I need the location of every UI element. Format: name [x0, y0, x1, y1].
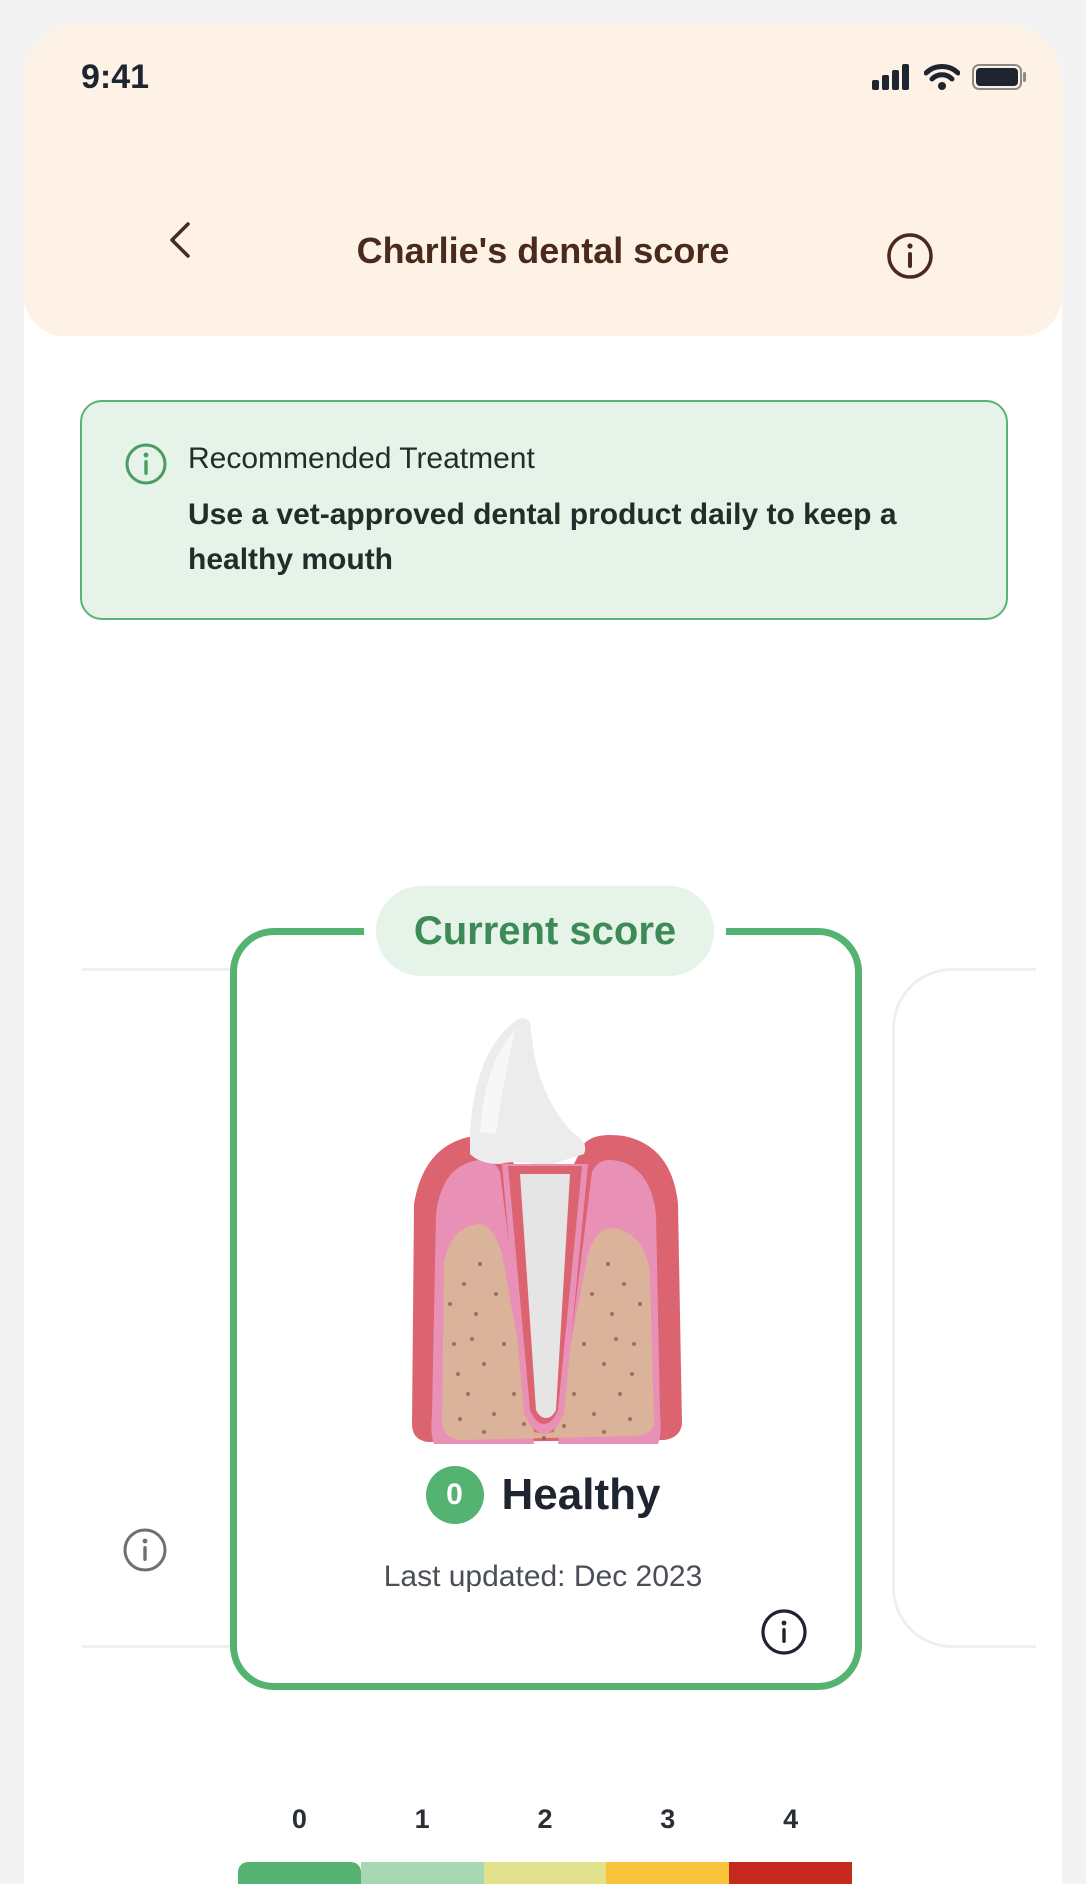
header: 9:41 Charlie's dental score — [24, 24, 1062, 336]
info-icon — [125, 443, 167, 485]
tooth-illustration — [412, 1018, 682, 1444]
treatment-body: Use a vet-approved dental product daily … — [188, 498, 897, 576]
score-badge: 0 — [425, 1466, 484, 1524]
header-info-button[interactable] — [886, 232, 934, 280]
status-time: 9:41 — [81, 58, 150, 96]
scale-number: 3 — [660, 1804, 676, 1834]
score-status-label: Healthy — [501, 1470, 661, 1519]
scale-number: 2 — [537, 1804, 553, 1834]
signal-icon — [872, 64, 909, 90]
scale-number: 1 — [414, 1804, 430, 1834]
wifi-icon — [924, 64, 960, 90]
score-status-row: 0 Healthy — [24, 1466, 1062, 1524]
next-score-card[interactable] — [892, 968, 1036, 1648]
scale-number: 0 — [291, 1804, 307, 1834]
battery-icon — [972, 64, 1026, 90]
current-score-pill: Current score — [376, 886, 714, 976]
recommended-treatment-card: Recommended Treatment Use a vet-approved… — [80, 400, 1008, 620]
scale-segment-3 — [606, 1862, 730, 1884]
scale-segment-0 — [238, 1862, 361, 1884]
last-updated-text: Last updated: Dec 2023 — [383, 1560, 703, 1593]
scale-segment-4 — [729, 1862, 852, 1884]
scale-numbers: 0 1 2 3 4 — [238, 1804, 852, 1835]
scale-number: 4 — [783, 1804, 799, 1834]
scale-segment-2 — [483, 1862, 607, 1884]
phone-frame: 9:41 Charlie's dental score Recommended … — [24, 24, 1062, 1884]
scale-bar — [238, 1862, 852, 1884]
treatment-label: Recommended Treatment — [188, 442, 535, 475]
status-icons — [872, 64, 1028, 90]
card-info-button[interactable] — [760, 1608, 808, 1656]
score-scale: 0 1 2 3 4 — [238, 1804, 852, 1884]
scale-segment-1 — [360, 1862, 484, 1884]
